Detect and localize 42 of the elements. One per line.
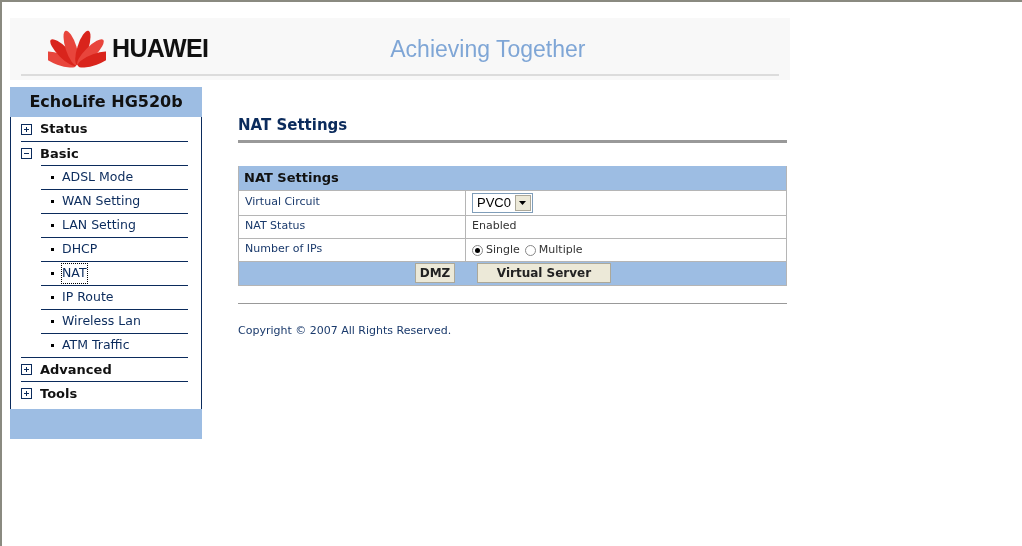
slogan: Achieving Together <box>390 34 586 64</box>
sidebar-item[interactable]: DHCP <box>62 240 98 259</box>
sidebar-item[interactable]: WAN Setting <box>62 192 141 211</box>
bullet-icon <box>51 176 54 179</box>
expand-icon[interactable] <box>21 364 32 375</box>
field-label: NAT Status <box>245 218 306 235</box>
sidebar-item[interactable]: Wireless Lan <box>62 312 141 331</box>
circuit-dropdown[interactable]: PVC0 <box>472 192 533 213</box>
brand-name: HUAWEI <box>112 33 209 65</box>
bullet-icon <box>51 272 54 275</box>
radio-button[interactable] <box>524 245 536 256</box>
dropdown-arrow-icon <box>519 200 527 205</box>
sidebar-item[interactable]: ADSL Mode <box>62 168 134 187</box>
field-label: Virtual Circuit <box>245 194 320 211</box>
page-title: NAT Settings <box>238 115 349 136</box>
radio-label: Multiple <box>538 242 583 259</box>
radio-label: Single <box>486 242 520 259</box>
sidebar-item[interactable]: LAN Setting <box>62 216 136 235</box>
bullet-icon <box>51 248 54 251</box>
sidebar-item[interactable]: NAT <box>62 264 87 283</box>
sidebar-title: EchoLife HG520b <box>10 87 202 117</box>
action-button[interactable]: DMZ <box>415 263 455 283</box>
sidebar-group[interactable]: Advanced <box>40 359 112 380</box>
collapse-icon[interactable] <box>21 148 32 159</box>
bullet-icon <box>51 224 54 227</box>
action-button[interactable]: Virtual Server <box>477 263 611 283</box>
bullet-icon <box>51 296 54 299</box>
expand-icon[interactable] <box>21 123 32 135</box>
bullet-icon <box>51 320 54 323</box>
expand-icon[interactable] <box>21 388 32 399</box>
field-label: Number of IPs <box>245 241 323 258</box>
bullet-icon <box>51 200 54 203</box>
field-value: Enabled <box>472 218 517 235</box>
radio-button[interactable] <box>472 245 483 256</box>
sidebar-group[interactable]: Status <box>40 119 88 139</box>
copyright: Copyright © 2007 All Rights Reserved. <box>238 322 453 339</box>
sidebar-group[interactable]: Basic <box>40 143 79 164</box>
sidebar-item[interactable]: ATM Traffic <box>62 336 130 355</box>
sidebar-item[interactable]: IP Route <box>62 288 114 307</box>
panel-title: NAT Settings <box>239 165 786 190</box>
sidebar-group[interactable]: Tools <box>40 383 78 404</box>
bullet-icon <box>51 344 54 347</box>
